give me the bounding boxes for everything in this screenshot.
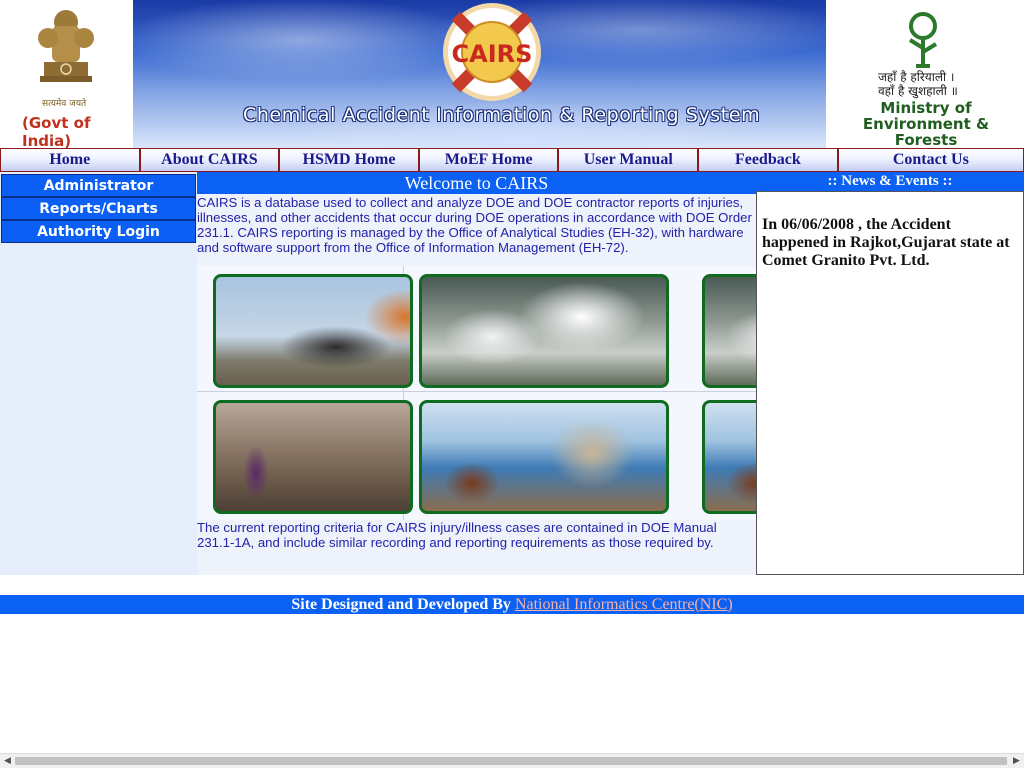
header-banner: सत्यमेव जयते (Govt of India) CAIRS Chemi… (0, 0, 1024, 148)
photo-mine-worker (213, 400, 413, 514)
scrollbar-thumb[interactable] (15, 757, 1007, 765)
moef-logo-panel: जहाँ है हरियाली । वहाँ है खुशहाली ॥ Mini… (826, 0, 1024, 148)
reporting-criteria-paragraph: The current reporting criteria for CAIRS… (197, 520, 717, 550)
photo-tanker-spray (419, 274, 669, 388)
footer: Site Designed and Developed By National … (0, 595, 1024, 614)
top-navbar: Home About CAIRS HSMD Home MoEF Home Use… (0, 148, 1024, 172)
photo-coastal-arch-partial (702, 400, 756, 514)
emblem-caption: सत्यमेव जयते (42, 99, 87, 109)
moef-hindi-line2: वहाँ है खुशहाली ॥ (878, 84, 958, 98)
cairs-logo: CAIRS (443, 3, 541, 101)
nav-home[interactable]: Home (1, 149, 139, 171)
main-content: Welcome to CAIRS CAIRS is a database use… (197, 172, 756, 575)
gallery-divider-horizontal (197, 391, 756, 392)
nav-moef-home[interactable]: MoEF Home (419, 149, 558, 171)
horizontal-scrollbar[interactable]: ◀ ▶ (0, 753, 1024, 768)
govt-of-india-label: (Govt of India) (22, 114, 91, 148)
sidebar-item-reports-charts[interactable]: Reports/Charts (1, 197, 196, 220)
news-events-heading: :: News & Events :: (756, 172, 1024, 191)
left-sidebar: Administrator Reports/Charts Authority L… (0, 172, 197, 575)
photo-tanker-spray-partial (702, 274, 756, 388)
nav-contact-us[interactable]: Contact Us (838, 149, 1024, 171)
ashoka-emblem-icon (38, 10, 94, 82)
scroll-left-arrow-icon[interactable]: ◀ (0, 754, 15, 768)
moef-name: Ministry of Environment & Forests (862, 99, 990, 148)
news-item: In 06/06/2008 , the Accident happened in… (762, 216, 1010, 269)
photo-fire-smoke (213, 274, 413, 388)
footer-credit-text: Site Designed and Developed By (291, 595, 515, 613)
cairs-logo-text: CAIRS (452, 40, 533, 68)
photo-gallery (197, 266, 756, 520)
intro-paragraph: CAIRS is a database used to collect and … (197, 195, 752, 255)
nav-hsmd-home[interactable]: HSMD Home (280, 149, 418, 171)
moef-hindi-line1: जहाँ है हरियाली । (878, 70, 955, 84)
nav-about-cairs[interactable]: About CAIRS (140, 149, 279, 171)
photo-coastal-arch (419, 400, 669, 514)
nic-link[interactable]: National Informatics Centre(NIC) (515, 596, 733, 614)
govt-emblem-panel: सत्यमेव जयते (Govt of India) (0, 0, 133, 148)
moef-hindi-slogan: जहाँ है हरियाली । वहाँ है खुशहाली ॥ (878, 70, 958, 98)
nav-feedback[interactable]: Feedback (699, 149, 837, 171)
sidebar-item-authority-login[interactable]: Authority Login (1, 220, 196, 243)
welcome-heading: Welcome to CAIRS (197, 172, 756, 194)
sidebar-item-administrator[interactable]: Administrator (1, 174, 196, 197)
nav-user-manual[interactable]: User Manual (559, 149, 698, 171)
news-events-panel: In 06/06/2008 , the Accident happened in… (756, 191, 1024, 575)
system-title: Chemical Accident Information & Reportin… (243, 104, 761, 126)
scroll-right-arrow-icon[interactable]: ▶ (1009, 754, 1024, 768)
tree-icon (908, 12, 938, 68)
